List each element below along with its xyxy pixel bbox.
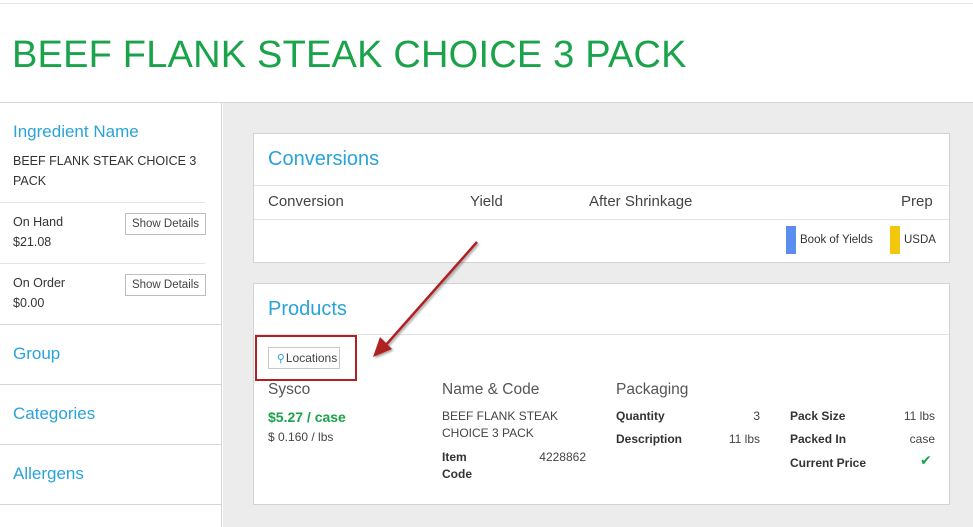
sidebar-item-allergens[interactable]: Allergens <box>13 464 84 484</box>
price-per-case: $5.27 / case <box>268 409 346 425</box>
packed-in-value: case <box>909 432 935 446</box>
sidebar-divider <box>0 202 205 203</box>
check-icon: ✔ <box>920 452 932 468</box>
panel-divider <box>254 334 949 335</box>
pack-size-label: Pack Size <box>790 409 846 423</box>
sidebar-divider <box>0 504 221 505</box>
sidebar-divider <box>0 444 221 445</box>
on-order-value: $0.00 <box>13 296 45 310</box>
annotation-highlight-box <box>255 335 357 381</box>
col-after-shrinkage: After Shrinkage <box>589 193 693 210</box>
product-name-line1: BEEF FLANK STEAK <box>442 409 559 423</box>
ingredient-name-heading: Ingredient Name <box>13 122 139 141</box>
top-rule <box>0 3 973 4</box>
quantity-label: Quantity <box>616 409 665 423</box>
sidebar: Ingredient Name BEEF FLANK STEAK CHOICE … <box>0 103 222 527</box>
conversions-panel: Conversions Conversion Yield After Shrin… <box>253 133 950 263</box>
col-prep: Prep <box>901 193 933 210</box>
col-yield: Yield <box>470 193 503 210</box>
ingredient-name-line1: BEEF FLANK STEAK CHOICE 3 <box>13 154 197 168</box>
current-price-label: Current Price <box>790 456 867 470</box>
description-label: Description <box>616 432 683 446</box>
products-panel: Products ⚲Locations Sysco $5.27 / case $… <box>253 283 950 505</box>
quantity-value: 3 <box>753 409 760 423</box>
products-title: Products <box>268 298 347 320</box>
packed-in-label: Packed In <box>790 432 847 446</box>
main-content: Conversions Conversion Yield After Shrin… <box>223 103 973 527</box>
sidebar-item-categories[interactable]: Categories <box>13 404 95 424</box>
on-order-label: On Order <box>13 276 66 290</box>
ingredient-name-line2: PACK <box>13 174 47 188</box>
packaging-heading: Packaging <box>616 381 689 398</box>
item-code-value: 4228862 <box>539 450 586 464</box>
sidebar-item-group[interactable]: Group <box>13 344 60 364</box>
usda-swatch <box>890 226 900 254</box>
item-code-label-line1: Item <box>442 450 467 464</box>
description-value: 11 lbs <box>728 432 760 446</box>
usda-label: USDA <box>904 234 936 246</box>
panel-divider <box>254 219 949 220</box>
on-hand-label: On Hand <box>13 215 64 229</box>
book-of-yields-swatch <box>786 226 796 254</box>
product-name-line2: CHOICE 3 PACK <box>442 426 534 440</box>
col-conversion: Conversion <box>268 193 344 210</box>
on-hand-show-details-button[interactable]: Show Details <box>125 213 206 235</box>
item-code-label-line2: Code <box>442 467 472 481</box>
conversions-title: Conversions <box>268 148 380 170</box>
on-hand-value: $21.08 <box>13 235 52 249</box>
pack-size-value: 11 lbs <box>903 409 935 423</box>
sidebar-divider <box>0 384 221 385</box>
vendor-name: Sysco <box>268 381 311 398</box>
panel-divider <box>254 185 949 186</box>
price-per-lbs: $ 0.160 / lbs <box>268 430 334 444</box>
book-of-yields-label: Book of Yields <box>800 234 873 246</box>
page-title: BEEF FLANK STEAK CHOICE 3 PACK <box>12 34 687 76</box>
sidebar-divider <box>0 263 205 264</box>
on-order-show-details-button[interactable]: Show Details <box>125 274 206 296</box>
name-code-heading: Name & Code <box>442 381 540 398</box>
sidebar-divider <box>0 324 221 325</box>
